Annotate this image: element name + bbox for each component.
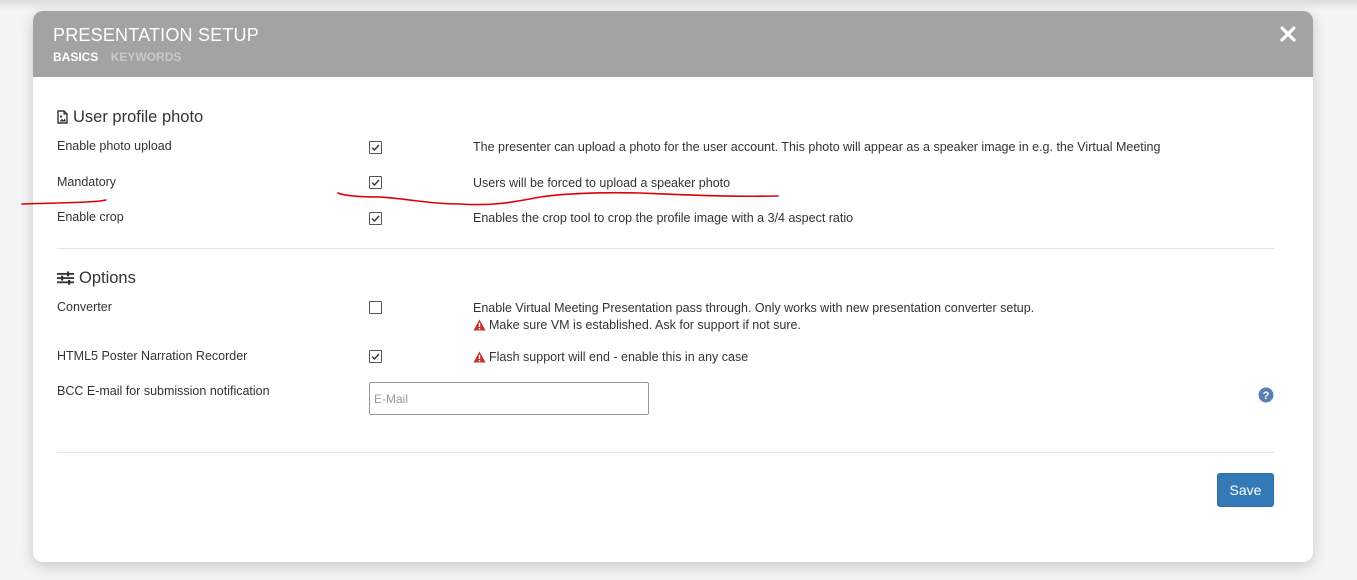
mandatory-description: Users will be forced to upload a speaker… bbox=[473, 176, 731, 190]
close-icon[interactable] bbox=[1277, 23, 1299, 45]
svg-text:?: ? bbox=[1263, 390, 1270, 402]
converter-description-block: Enable Virtual Meeting Presentation pass… bbox=[473, 300, 1034, 336]
bcc-email-label: BCC E-mail for submission notification bbox=[57, 384, 270, 398]
enable-crop-checkbox[interactable] bbox=[369, 212, 382, 225]
enable-photo-upload-label: Enable photo upload bbox=[57, 139, 172, 153]
photo-section-title: User profile photo bbox=[57, 108, 203, 129]
save-button[interactable]: Save bbox=[1217, 473, 1274, 507]
html5-recorder-warning-text: Flash support will end - enable this in … bbox=[489, 350, 749, 364]
converter-checkbox[interactable] bbox=[369, 301, 382, 314]
tab-keywords[interactable]: KEYWORDS bbox=[111, 50, 182, 64]
section-divider bbox=[57, 248, 1274, 249]
bcc-email-input[interactable] bbox=[369, 382, 649, 415]
enable-crop-description: Enables the crop tool to crop the profil… bbox=[473, 211, 854, 225]
image-file-icon bbox=[57, 110, 68, 129]
enable-photo-upload-checkbox[interactable] bbox=[369, 141, 382, 154]
converter-warning: Make sure VM is established. Ask for sup… bbox=[473, 317, 1034, 336]
converter-description: Enable Virtual Meeting Presentation pass… bbox=[473, 301, 1035, 315]
converter-label: Converter bbox=[57, 300, 112, 314]
presentation-setup-modal: PRESENTATION SETUP BASICS KEYWORDS User … bbox=[33, 11, 1313, 562]
footer-divider bbox=[57, 452, 1274, 453]
modal-title: PRESENTATION SETUP bbox=[53, 25, 259, 45]
mandatory-checkbox[interactable] bbox=[369, 176, 382, 189]
html5-recorder-label: HTML5 Poster Narration Recorder bbox=[57, 349, 248, 363]
options-section-label: Options bbox=[79, 269, 136, 287]
warning-icon bbox=[473, 351, 486, 368]
enable-photo-upload-description: The presenter can upload a photo for the… bbox=[473, 140, 1161, 154]
html5-recorder-warning: Flash support will end - enable this in … bbox=[473, 349, 748, 368]
tab-bar: BASICS KEYWORDS bbox=[53, 50, 190, 64]
help-icon[interactable]: ? bbox=[1258, 387, 1274, 403]
converter-warning-text: Make sure VM is established. Ask for sup… bbox=[489, 318, 801, 332]
enable-crop-label: Enable crop bbox=[57, 210, 124, 224]
photo-section-label: User profile photo bbox=[73, 108, 204, 126]
backdrop bbox=[0, 0, 1357, 10]
options-section-title: Options bbox=[57, 269, 136, 290]
modal-header: PRESENTATION SETUP BASICS KEYWORDS bbox=[33, 11, 1313, 77]
warning-icon bbox=[473, 319, 486, 336]
html5-recorder-checkbox[interactable] bbox=[369, 350, 382, 363]
mandatory-label: Mandatory bbox=[57, 175, 117, 189]
tab-basics[interactable]: BASICS bbox=[53, 50, 98, 64]
sliders-icon bbox=[57, 271, 74, 290]
